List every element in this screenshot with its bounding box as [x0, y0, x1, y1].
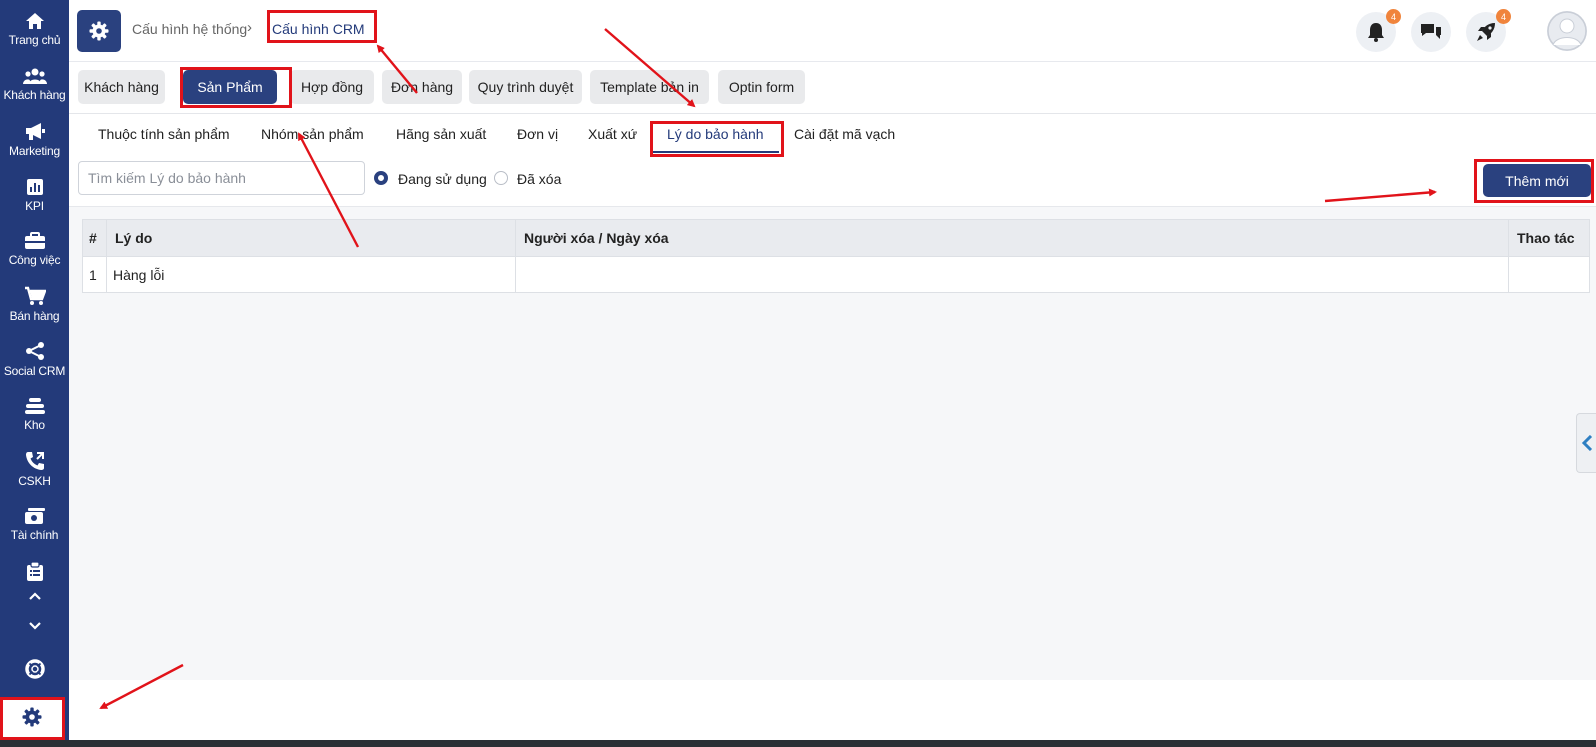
cell-index: 1 — [82, 256, 107, 293]
sidebar-scroll-down[interactable] — [0, 617, 69, 635]
sidebar-item-label: Marketing — [9, 143, 60, 158]
cart-icon — [24, 286, 46, 305]
top-header: Cấu hình hệ thống › Cấu hình CRM 4 4 — [69, 0, 1596, 62]
radio-deleted[interactable] — [494, 171, 508, 185]
tab-optin-form[interactable]: Optin form — [718, 70, 805, 104]
sidebar-item-tasks[interactable]: Công việc — [0, 229, 69, 269]
search-input[interactable] — [78, 161, 365, 195]
radio-deleted-label[interactable]: Đã xóa — [517, 171, 561, 187]
megaphone-icon — [25, 122, 45, 140]
divider — [69, 113, 1596, 114]
money-icon — [24, 507, 45, 524]
users-icon — [22, 68, 47, 84]
column-header-index: # — [82, 219, 107, 257]
sidebar-help[interactable] — [0, 657, 69, 681]
sidebar-settings[interactable] — [0, 697, 64, 737]
column-header-reason[interactable]: Lý do — [106, 219, 516, 257]
tab-approval-process[interactable]: Quy trình duyệt — [469, 70, 582, 104]
sidebar-item-label: Công việc — [8, 252, 61, 267]
sidebar-item-label: Tài chính — [10, 527, 59, 542]
subtab-units[interactable]: Đơn vị — [517, 126, 558, 142]
sidebar-item-label: Kho — [24, 417, 45, 432]
sidebar-item-home[interactable]: Trang chủ — [0, 9, 69, 49]
user-avatar-icon — [1547, 11, 1587, 51]
subtab-barcode-settings[interactable]: Cài đặt mã vạch — [794, 126, 895, 142]
chevron-down-icon — [28, 622, 41, 630]
breadcrumb-current: Cấu hình CRM — [272, 21, 365, 37]
bar-chart-icon — [26, 178, 43, 195]
tab-products[interactable]: Sản Phẩm — [183, 70, 277, 104]
column-header-actions: Thao tác — [1508, 219, 1590, 257]
subtab-origin[interactable]: Xuất xứ — [588, 126, 637, 142]
chat-icon — [1421, 24, 1441, 39]
tab-orders[interactable]: Đơn hàng — [382, 70, 462, 104]
quick-launch-button[interactable]: 4 — [1466, 9, 1511, 52]
sidebar-item-label: Khách hàng — [3, 87, 66, 102]
sidebar-item-finance[interactable]: Tài chính — [0, 504, 69, 544]
sidebar-item-customer-care[interactable]: CSKH — [0, 449, 69, 489]
tab-print-templates[interactable]: Template bản in — [590, 70, 709, 104]
sidebar-item-more[interactable] — [0, 560, 69, 584]
home-icon — [25, 12, 44, 29]
breadcrumb-separator: › — [247, 19, 252, 36]
side-panel-toggle[interactable] — [1576, 413, 1596, 473]
sidebar-scroll-up[interactable] — [0, 587, 69, 605]
sidebar-item-label: CSKH — [18, 473, 51, 488]
table-header-row: # Lý do Người xóa / Ngày xóa Thao tác — [82, 219, 1590, 257]
sidebar-item-sales[interactable]: Bán hàng — [0, 284, 69, 324]
stack-icon — [24, 397, 45, 414]
sidebar-item-marketing[interactable]: Marketing — [0, 119, 69, 159]
table-row[interactable]: 1 Hàng lỗi — [82, 256, 1590, 293]
subtab-product-groups[interactable]: Nhóm sản phẩm — [261, 126, 364, 142]
warranty-reasons-table: # Lý do Người xóa / Ngày xóa Thao tác 1 … — [82, 219, 1590, 293]
sidebar-item-kpi[interactable]: KPI — [0, 175, 69, 215]
sidebar-item-social-crm[interactable]: Social CRM — [0, 339, 69, 379]
subtab-product-attributes[interactable]: Thuộc tính sản phẩm — [98, 126, 230, 142]
cell-reason[interactable]: Hàng lỗi — [106, 256, 516, 293]
subtab-manufacturers[interactable]: Hãng sản xuất — [396, 126, 486, 142]
breadcrumb-parent[interactable]: Cấu hình hệ thống — [132, 21, 247, 37]
sidebar-item-label: KPI — [25, 198, 44, 213]
sidebar-item-label: Bán hàng — [9, 308, 60, 323]
rocket-badge: 4 — [1496, 9, 1511, 24]
settings-home-button[interactable] — [77, 10, 121, 52]
cell-actions — [1508, 256, 1590, 293]
radio-in-use[interactable] — [374, 171, 388, 185]
taskbar-strip — [0, 740, 1596, 747]
avatar[interactable] — [1547, 11, 1587, 51]
sidebar-item-customers[interactable]: Khách hàng — [0, 64, 69, 104]
share-icon — [25, 341, 44, 360]
sidebar-item-label: Social CRM — [3, 363, 66, 378]
cell-deleted-by — [515, 256, 1509, 293]
notification-badge: 4 — [1386, 9, 1401, 24]
gear-icon — [89, 21, 109, 41]
subtab-warranty-reasons[interactable]: Lý do bảo hành — [667, 126, 764, 142]
sidebar-item-warehouse[interactable]: Kho — [0, 394, 69, 434]
notifications-button[interactable]: 4 — [1356, 9, 1401, 52]
tab-customers[interactable]: Khách hàng — [78, 70, 165, 104]
clipboard-icon — [26, 562, 43, 581]
chevron-up-icon — [28, 592, 41, 600]
lifebuoy-icon — [24, 659, 45, 679]
sidebar-item-label: Trang chủ — [8, 32, 61, 47]
radio-in-use-label[interactable]: Đang sử dụng — [398, 171, 487, 187]
gear-icon — [22, 707, 42, 727]
add-new-button[interactable]: Thêm mới — [1483, 164, 1591, 197]
column-header-deleted-by[interactable]: Người xóa / Ngày xóa — [515, 219, 1509, 257]
chevron-left-icon — [1581, 435, 1593, 451]
rocket-icon — [1477, 23, 1495, 41]
phone-icon — [25, 451, 44, 470]
sidebar: Trang chủ Khách hàng Marketing KPI Công … — [0, 0, 69, 740]
bell-icon — [1368, 23, 1384, 42]
tab-contracts[interactable]: Hợp đồng — [290, 70, 374, 104]
messages-button[interactable] — [1411, 12, 1451, 52]
briefcase-icon — [24, 231, 45, 249]
